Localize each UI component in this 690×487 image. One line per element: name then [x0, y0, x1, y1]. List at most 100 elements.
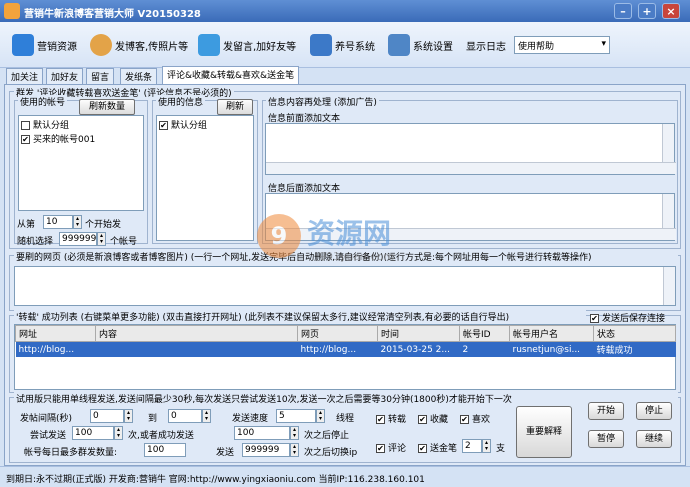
checkbox-checked[interactable]: ✔ [21, 135, 30, 144]
try-spinner[interactable]: ▴ ▾ [114, 426, 123, 440]
list-item[interactable]: ✔ 默认分组 [159, 118, 207, 131]
interval-label: 发帖间隔(秒) [20, 414, 73, 424]
fav-option[interactable]: ✔ 收藏 [418, 412, 448, 425]
toolbar-resources-button[interactable]: 营销资源 [12, 32, 77, 58]
table-row[interactable]: http://blog... http://blog... 2015-03-25… [15, 341, 676, 357]
success-input[interactable]: 100 [234, 426, 290, 440]
pen-input[interactable]: 2 [462, 439, 482, 453]
minimize-button[interactable]: + [638, 3, 656, 19]
from-spinner[interactable]: ▴ ▾ [73, 215, 82, 229]
like-label: 喜欢 [472, 415, 491, 425]
pen-spinner[interactable]: ▴ ▾ [482, 439, 491, 453]
random-spinner[interactable]: ▴ ▾ [97, 232, 106, 246]
scrollbar[interactable] [662, 194, 674, 228]
like-option[interactable]: ✔ 喜欢 [460, 412, 490, 425]
window-title: 营销牛新浪博客营销大师 V20150328 [24, 9, 201, 20]
pause-button[interactable]: 暂停 [588, 430, 624, 448]
interval-to-spinner[interactable]: ▴ ▾ [202, 409, 211, 423]
info-label: 使用的信息 [156, 95, 206, 108]
watermark-logo-icon: 9 [257, 214, 301, 258]
list-item[interactable]: ✔ 买来的帐号001 [21, 132, 95, 145]
checkbox-checked[interactable]: ✔ [418, 444, 427, 453]
windows-icon [310, 34, 332, 56]
save-after-option[interactable]: ✔ 发送后保存连接 [590, 311, 665, 324]
checkbox[interactable] [21, 121, 30, 130]
from-input[interactable]: 10 [43, 215, 73, 229]
tab-follow[interactable]: 加关注 [6, 68, 44, 84]
toolbar-label: 发留言,加好友等 [223, 41, 297, 53]
max-input[interactable]: 100 [144, 443, 186, 457]
checkbox-checked[interactable]: ✔ [590, 314, 599, 323]
speed-label: 发送速度 [232, 414, 269, 424]
watermark: 9 资源网 991yuan.com [255, 212, 435, 268]
resume-button[interactable]: 继续 [636, 430, 672, 448]
try-input[interactable]: 100 [72, 426, 114, 440]
from-suffix: 个开始发 [85, 220, 122, 230]
table-cell: 2015-03-25 2... [377, 341, 460, 357]
scrollbar[interactable] [662, 124, 674, 162]
table-cell: http://blog... [297, 341, 378, 357]
checkbox-checked[interactable]: ✔ [418, 415, 427, 424]
column-header[interactable]: 时间 [377, 325, 460, 342]
send-spinner[interactable]: ▴ ▾ [290, 443, 299, 457]
pen-option[interactable]: ✔ 送金笔 [418, 441, 457, 454]
column-header[interactable]: 内容 [95, 325, 298, 342]
start-button[interactable]: 开始 [588, 402, 624, 420]
send-input[interactable]: 999999 [242, 443, 290, 457]
column-header[interactable]: 帐号用户名 [509, 325, 594, 342]
interval-from-input[interactable]: 0 [90, 409, 124, 423]
close-button[interactable]: × [662, 3, 680, 19]
account-label: 买来的帐号001 [33, 135, 96, 145]
success-spinner[interactable]: ▴ ▾ [290, 426, 299, 440]
explain-button[interactable]: 重要解释 [516, 406, 572, 458]
help-icon[interactable]: – [614, 3, 632, 19]
refresh-button[interactable]: 刷新 [217, 99, 253, 115]
send-label: 发送 [216, 448, 235, 458]
speed-input[interactable]: 5 [276, 409, 316, 423]
result-table: 网址 内容 网页 时间 帐号ID 帐号用户名 状态 http://blog...… [14, 324, 676, 390]
checkbox-checked[interactable]: ✔ [159, 121, 168, 130]
try-mid-label: 次,或者成功发送 [128, 431, 194, 441]
tab-note[interactable]: 发纸条 [120, 68, 158, 84]
tab-add-friend[interactable]: 加好友 [46, 68, 84, 84]
tab-message[interactable]: 留言 [86, 68, 115, 84]
result-box: '转载' 成功列表 (右键菜单更多功能) (双击直接打开网址) (此列表不建议保… [9, 310, 681, 393]
stop-button[interactable]: 停止 [636, 402, 672, 420]
list-item[interactable]: 默认分组 [21, 118, 69, 131]
pen-label: 送金笔 [430, 444, 458, 454]
table-cell: 转载成功 [593, 341, 676, 357]
scrollbar[interactable] [663, 267, 675, 305]
repost-label: 转载 [388, 415, 407, 425]
column-header[interactable]: 帐号ID [459, 325, 510, 342]
show-log-button[interactable]: 显示日志 [466, 32, 506, 58]
column-header[interactable]: 状态 [593, 325, 676, 342]
toolbar-blog-button[interactable]: 发博客,传照片等 [90, 32, 188, 58]
checkbox-checked[interactable]: ✔ [460, 415, 469, 424]
prefix-textarea[interactable] [265, 123, 676, 175]
target-textarea[interactable] [14, 266, 676, 306]
checkbox-checked[interactable]: ✔ [376, 444, 385, 453]
help-select[interactable]: 使用帮助 [514, 36, 610, 54]
switch-label: 次之后切换ip [304, 448, 358, 458]
try-label: 尝试发送 [30, 431, 67, 441]
speed-spinner[interactable]: ▴ ▾ [316, 409, 325, 423]
interval-from-spinner[interactable]: ▴ ▾ [124, 409, 133, 423]
status-bar: 到期日:永不过期(正式版) 开发商:营销牛 官网:http://www.ying… [0, 466, 690, 487]
toolbar-label: 发博客,传照片等 [115, 41, 189, 53]
toolbar-message-button[interactable]: 发留言,加好友等 [198, 32, 296, 58]
reprocess-title: 信息内容再处理 (添加广告) [266, 95, 379, 108]
interval-to-input[interactable]: 0 [168, 409, 202, 423]
random-label: 随机选择 [17, 237, 54, 247]
random-input[interactable]: 999999 [59, 232, 97, 246]
info-item-label: 默认分组 [171, 121, 208, 131]
toolbar-account-button[interactable]: 养号系统 [310, 32, 375, 58]
comment-option[interactable]: ✔ 评论 [376, 441, 406, 454]
column-header[interactable]: 网页 [297, 325, 378, 342]
toolbar-settings-button[interactable]: 系统设置 [388, 32, 453, 58]
refresh-count-button[interactable]: 刷新数量 [79, 99, 135, 115]
checkbox-checked[interactable]: ✔ [376, 415, 385, 424]
repost-option[interactable]: ✔ 转载 [376, 412, 406, 425]
column-header[interactable]: 网址 [15, 325, 96, 342]
scrollbar[interactable] [266, 162, 676, 174]
tab-comment[interactable]: 评论&收藏&转载&喜欢&送金笔 [162, 66, 300, 84]
